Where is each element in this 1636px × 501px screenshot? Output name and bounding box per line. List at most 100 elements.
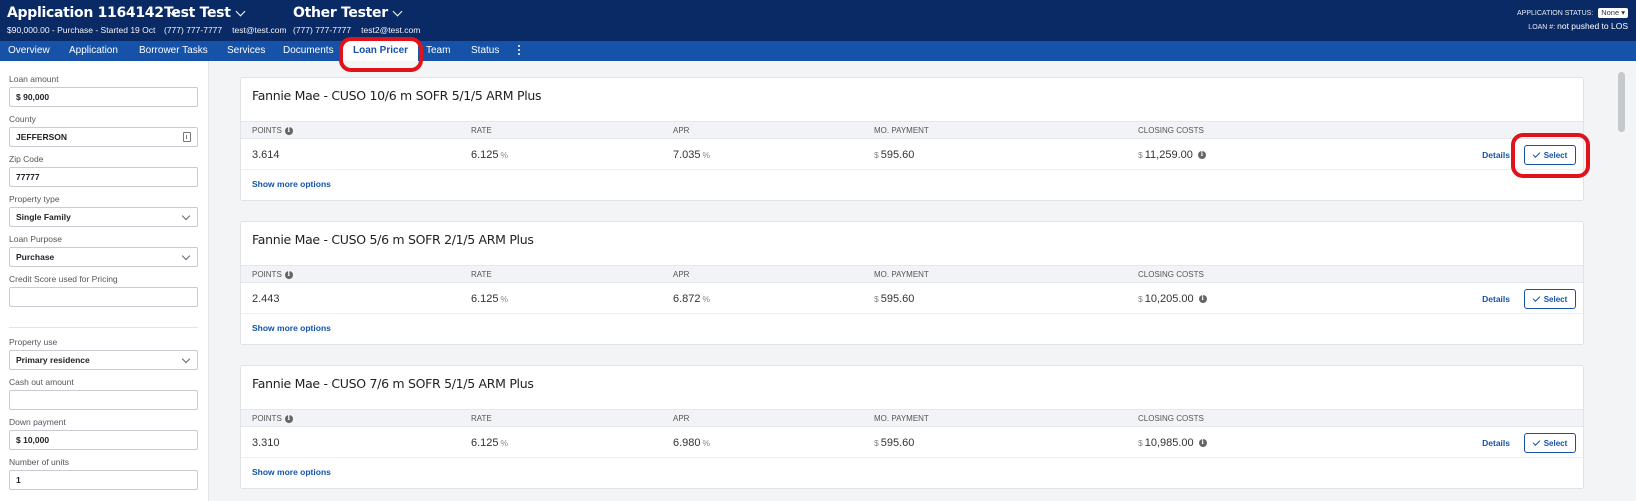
borrower-email[interactable]: test@test.com	[232, 25, 286, 35]
closing-costs-value: $10,985.00 i	[1138, 437, 1207, 449]
payment-value: $595.60	[874, 149, 914, 161]
field-label: Zip Code	[9, 154, 44, 164]
chevron-down-icon	[235, 6, 246, 17]
application-status: APPLICATION STATUS: None ▾ LOAN #: not p…	[1517, 8, 1628, 34]
payment-number: 595.60	[880, 293, 915, 305]
points-header: POINTS i	[252, 270, 293, 279]
rate-header: RATE	[471, 270, 492, 279]
points-header-label: POINTS	[252, 126, 282, 135]
cash-out-input[interactable]	[9, 390, 198, 410]
county-input[interactable]: JEFFERSON	[9, 127, 198, 147]
percent-unit: %	[702, 294, 711, 304]
info-icon[interactable]: i	[284, 126, 293, 135]
closing-number: 11,259.00	[1144, 149, 1193, 161]
column-header-row: POINTS i RATE APR MO. PAYMENT CLOSING COS…	[241, 409, 1583, 427]
points-header: POINTS i	[252, 414, 293, 423]
number-of-units-field: Number of units 1	[9, 457, 198, 490]
percent-unit: %	[500, 150, 509, 160]
payment-value: $595.60	[874, 437, 914, 449]
payment-header: MO. PAYMENT	[874, 414, 929, 423]
check-icon	[1532, 150, 1541, 158]
application-title: Application 1164142	[7, 5, 164, 21]
show-more-options-link[interactable]: Show more options	[252, 179, 331, 189]
rate-value: 6.125%	[471, 437, 508, 449]
field-label: Credit Score used for Pricing	[9, 274, 118, 284]
tab-overview[interactable]: Overview	[8, 41, 50, 61]
zip-code-input[interactable]: 77777	[9, 167, 198, 187]
check-icon	[1532, 438, 1541, 446]
rate-number: 6.125	[471, 149, 499, 161]
property-type-select[interactable]: Single Family	[9, 207, 198, 227]
tab-status[interactable]: Status	[471, 41, 499, 61]
details-link[interactable]: Details	[1482, 294, 1510, 304]
show-more-options-link[interactable]: Show more options	[252, 467, 331, 477]
down-payment-input[interactable]: $ 10,000	[9, 430, 198, 450]
tab-borrower-tasks[interactable]: Borrower Tasks	[139, 41, 208, 61]
tab-loan-pricer[interactable]: Loan Pricer	[343, 41, 419, 61]
apr-header: APR	[673, 270, 690, 279]
info-icon[interactable]: i	[284, 270, 293, 279]
apr-value: 6.872%	[673, 293, 710, 305]
tab-team[interactable]: Team	[426, 41, 450, 61]
loan-purpose-select[interactable]: Purchase	[9, 247, 198, 267]
application-block: Application 1164142 $90,000.00 - Purchas…	[7, 5, 179, 35]
tab-documents[interactable]: Documents	[283, 41, 334, 61]
borrower-phone: (777) 777-7777	[164, 25, 223, 35]
loan-amount-input[interactable]: $ 90,000	[9, 87, 198, 107]
cash-out-field: Cash out amount	[9, 377, 198, 410]
details-link[interactable]: Details	[1482, 150, 1510, 160]
field-label: Number of units	[9, 457, 69, 467]
closing-costs-value: $11,259.00 i	[1138, 149, 1206, 161]
credit-score-field: Credit Score used for Pricing	[9, 274, 198, 307]
payment-header: MO. PAYMENT	[874, 270, 929, 279]
info-icon[interactable]: i	[1198, 295, 1207, 303]
closing-costs-value: $10,205.00 i	[1138, 293, 1207, 305]
rate-option-row: 3.614 6.125% 7.035% $595.60 $11,259.00 i …	[241, 140, 1583, 170]
coborrower-name: Other Tester	[293, 5, 388, 21]
loan-amount-field: Loan amount $ 90,000	[9, 74, 198, 107]
application-switcher[interactable]: Application 1164142	[7, 5, 179, 21]
tab-application[interactable]: Application	[69, 41, 118, 61]
percent-unit: %	[500, 438, 509, 448]
apr-header: APR	[673, 126, 690, 135]
down-payment-field: Down payment $ 10,000	[9, 417, 198, 450]
apr-number: 6.872	[673, 293, 701, 305]
apr-number: 6.980	[673, 437, 701, 449]
select-button[interactable]: Select	[1524, 433, 1576, 453]
info-icon[interactable]: i	[284, 414, 293, 423]
list-picker-icon[interactable]	[183, 132, 191, 142]
property-use-select[interactable]: Primary residence	[9, 350, 198, 370]
details-link[interactable]: Details	[1482, 438, 1510, 448]
coborrower-switcher[interactable]: Other Tester	[293, 5, 430, 21]
pricing-criteria-sidebar: Loan amount $ 90,000 County JEFFERSON Zi…	[0, 61, 209, 501]
closing-number: 10,985.00	[1144, 437, 1194, 449]
dollar-unit: $	[874, 438, 879, 448]
product-card: Fannie Mae - CUSO 7/6 m SOFR 5/1/5 ARM P…	[240, 365, 1584, 489]
show-more-options-link[interactable]: Show more options	[252, 323, 331, 333]
scrollbar-thumb[interactable]	[1618, 72, 1625, 132]
coborrower-email[interactable]: test2@test.com	[361, 25, 420, 35]
credit-score-input[interactable]	[9, 287, 198, 307]
info-icon[interactable]: i	[1198, 439, 1207, 447]
field-label: Loan Purpose	[9, 234, 62, 244]
info-icon[interactable]: i	[1197, 151, 1206, 159]
borrower-name: Test Test	[164, 5, 231, 21]
coborrower-phone: (777) 777-7777	[293, 25, 352, 35]
select-label: Select	[1543, 438, 1568, 448]
closing-costs-header: CLOSING COSTS	[1138, 126, 1204, 135]
borrower-switcher[interactable]: Test Test	[164, 5, 297, 21]
application-summary: $90,000.00 - Purchase - Started 19 Oct	[7, 25, 156, 35]
column-header-row: POINTS i RATE APR MO. PAYMENT CLOSING COS…	[241, 121, 1583, 139]
status-select[interactable]: None ▾	[1598, 8, 1628, 18]
property-use-field: Property use Primary residence	[9, 337, 198, 370]
tab-services[interactable]: Services	[227, 41, 265, 61]
zip-code-field: Zip Code 77777	[9, 154, 198, 187]
select-button[interactable]: Select	[1524, 289, 1576, 309]
divider	[9, 327, 198, 328]
field-label: Property type	[9, 194, 60, 204]
kebab-menu-icon[interactable]	[518, 45, 521, 57]
product-title: Fannie Mae - CUSO 5/6 m SOFR 2/1/5 ARM P…	[252, 232, 534, 247]
number-of-units-input[interactable]: 1	[9, 470, 198, 490]
select-button[interactable]: Select	[1524, 145, 1576, 165]
payment-number: 595.60	[880, 149, 915, 161]
